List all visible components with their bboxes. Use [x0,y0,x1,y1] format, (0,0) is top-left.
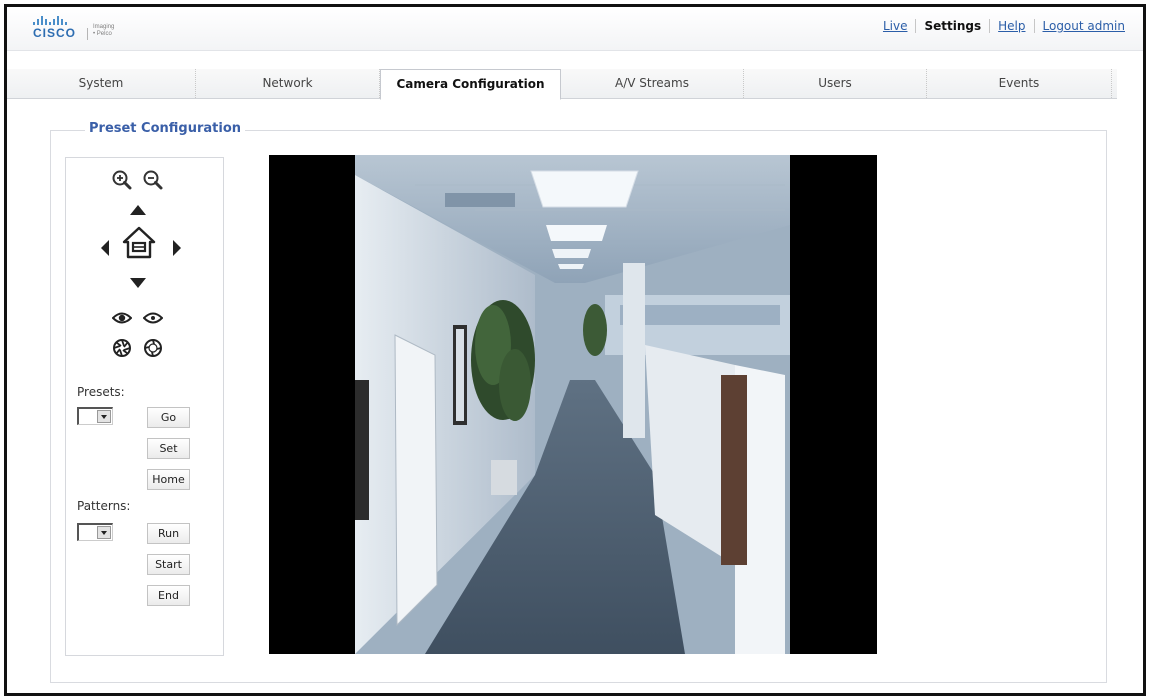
live-video-view[interactable] [269,155,877,654]
app-window: CISCO Imaging • Pelco Live Settings Help… [4,4,1146,696]
settings-tabs: System Network Camera Configuration A/V … [7,69,1117,100]
cisco-logo: CISCO Imaging • Pelco [33,15,163,45]
set-button[interactable]: Set [147,438,190,459]
settings-link[interactable]: Settings [916,19,989,33]
focus-near-icon[interactable] [112,310,132,326]
start-button[interactable]: Start [147,554,190,575]
logout-link[interactable]: Logout admin [1035,19,1134,33]
presets-select[interactable] [77,407,113,425]
zoom-in-icon[interactable] [111,169,133,191]
tab-users[interactable]: Users [744,69,927,98]
tab-camera-configuration[interactable]: Camera Configuration [380,69,561,100]
cisco-bridge-icon [33,15,67,25]
zoom-out-icon[interactable] [142,169,164,191]
imaging-wordmark: Imaging • Pelco [93,24,115,37]
arrow-left-icon[interactable] [100,239,110,257]
home-button[interactable]: Home [147,469,190,490]
arrow-right-icon[interactable] [172,239,182,257]
run-button[interactable]: Run [147,523,190,544]
chevron-down-icon [97,526,111,539]
home-icon[interactable] [121,225,157,261]
patterns-label: Patterns: [77,499,131,513]
tab-av-streams[interactable]: A/V Streams [561,69,744,98]
arrow-up-icon[interactable] [129,204,147,216]
go-button[interactable]: Go [147,407,190,428]
iris-close-icon[interactable] [112,338,132,358]
arrow-down-icon[interactable] [129,277,147,289]
focus-far-icon[interactable] [143,310,163,326]
camera-frame-image [355,155,790,654]
ptz-controls: Presets: Go Set Home Patterns: Run Start… [65,157,224,656]
header-bar: CISCO Imaging • Pelco Live Settings Help… [7,7,1143,51]
top-navigation: Live Settings Help Logout admin [875,19,1133,33]
panel-title: Preset Configuration [85,121,246,136]
patterns-select[interactable] [77,523,113,541]
end-button[interactable]: End [147,585,190,606]
presets-label: Presets: [77,385,125,399]
live-link[interactable]: Live [875,19,916,33]
chevron-down-icon [97,410,111,423]
iris-open-icon[interactable] [143,338,163,358]
cisco-wordmark: CISCO [33,26,77,40]
tab-events[interactable]: Events [927,69,1112,98]
tab-system[interactable]: System [7,69,196,98]
help-link[interactable]: Help [990,19,1033,33]
tab-network[interactable]: Network [196,69,380,98]
